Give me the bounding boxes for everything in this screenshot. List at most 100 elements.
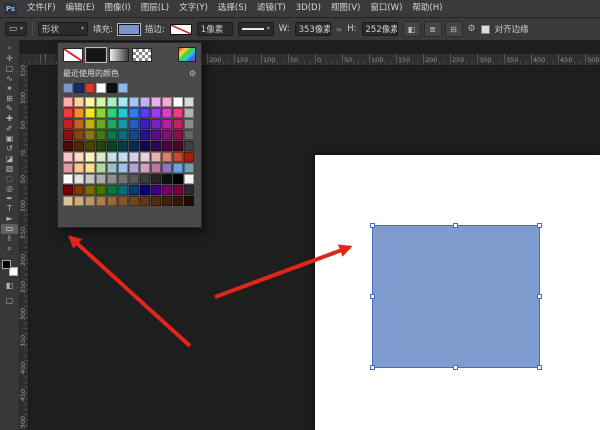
- color-swatch[interactable]: [162, 152, 172, 162]
- color-swatch[interactable]: [129, 174, 139, 184]
- color-swatch[interactable]: [107, 163, 117, 173]
- color-swatch[interactable]: [173, 130, 183, 140]
- color-swatch[interactable]: [162, 185, 172, 195]
- color-swatch[interactable]: [184, 174, 194, 184]
- color-swatch[interactable]: [118, 97, 128, 107]
- transform-handle-n[interactable]: [453, 223, 458, 228]
- color-swatch[interactable]: [184, 141, 194, 151]
- color-swatch[interactable]: [63, 108, 73, 118]
- quick-selection-tool[interactable]: ✶: [1, 84, 18, 94]
- eyedropper-tool[interactable]: ✎: [1, 104, 18, 114]
- color-swatch[interactable]: [74, 174, 84, 184]
- color-swatch[interactable]: [151, 185, 161, 195]
- hand-tool[interactable]: ✌: [1, 234, 18, 244]
- color-swatch[interactable]: [85, 152, 95, 162]
- stroke-style-select[interactable]: ▾: [238, 22, 274, 36]
- color-swatch[interactable]: [74, 119, 84, 129]
- marquee-tool[interactable]: ▢: [1, 64, 18, 74]
- color-swatch[interactable]: [85, 108, 95, 118]
- align-edges-checkbox[interactable]: [481, 25, 490, 34]
- menu-item[interactable]: 选择(S): [213, 0, 252, 17]
- menu-item[interactable]: 帮助(H): [407, 0, 447, 17]
- recent-color-swatch[interactable]: [85, 83, 95, 93]
- color-swatch[interactable]: [118, 152, 128, 162]
- color-swatch[interactable]: [107, 141, 117, 151]
- color-swatch[interactable]: [96, 141, 106, 151]
- color-swatch[interactable]: [151, 108, 161, 118]
- color-swatch[interactable]: [63, 119, 73, 129]
- screen-mode-button[interactable]: ▢: [1, 295, 18, 306]
- color-swatch[interactable]: [184, 185, 194, 195]
- color-swatch[interactable]: [173, 141, 183, 151]
- fill-pattern-button[interactable]: [132, 48, 152, 62]
- color-swatch[interactable]: [173, 196, 183, 206]
- color-swatch[interactable]: [151, 141, 161, 151]
- tool-mode-select[interactable]: 形状 ▾: [38, 22, 88, 36]
- color-swatch[interactable]: [140, 163, 150, 173]
- shape-settings-gear-icon[interactable]: ⚙: [468, 24, 476, 34]
- menu-item[interactable]: 文件(F): [22, 0, 61, 17]
- link-dimensions-icon[interactable]: ∞: [336, 25, 343, 34]
- color-swatch[interactable]: [129, 152, 139, 162]
- transform-handle-nw[interactable]: [370, 223, 375, 228]
- color-swatch[interactable]: [118, 119, 128, 129]
- menu-item[interactable]: 图像(I): [100, 0, 136, 17]
- color-swatch[interactable]: [96, 174, 106, 184]
- foreground-color-swatch[interactable]: [2, 260, 11, 269]
- vertical-ruler[interactable]: 15010050050100150200250300350400450500: [19, 65, 29, 430]
- color-swatch[interactable]: [129, 163, 139, 173]
- color-swatch[interactable]: [162, 196, 172, 206]
- color-swatch[interactable]: [63, 130, 73, 140]
- tool-preset-picker[interactable]: ▭ ▾: [5, 22, 27, 36]
- quick-mask-button[interactable]: ◧: [1, 280, 18, 291]
- color-swatch[interactable]: [184, 108, 194, 118]
- path-operations-button[interactable]: ◧: [403, 21, 421, 37]
- color-swatch[interactable]: [118, 141, 128, 151]
- transform-handle-w[interactable]: [370, 294, 375, 299]
- color-swatch[interactable]: [85, 97, 95, 107]
- color-swatch[interactable]: [96, 185, 106, 195]
- color-swatch[interactable]: [151, 152, 161, 162]
- color-swatch[interactable]: [118, 163, 128, 173]
- shape-width-field[interactable]: 353像素: [295, 22, 331, 36]
- stroke-color-swatch[interactable]: [170, 24, 192, 35]
- color-swatch[interactable]: [162, 163, 172, 173]
- color-swatch[interactable]: [74, 185, 84, 195]
- transform-handle-se[interactable]: [537, 365, 542, 370]
- transform-handle-e[interactable]: [537, 294, 542, 299]
- panel-gear-icon[interactable]: ⚙: [189, 69, 196, 78]
- app-icon[interactable]: Ps: [4, 3, 17, 15]
- color-swatch[interactable]: [63, 97, 73, 107]
- brush-tool[interactable]: ✐: [1, 124, 18, 134]
- menu-item[interactable]: 图层(L): [136, 0, 174, 17]
- rectangle-tool[interactable]: ▭: [1, 224, 18, 234]
- color-swatch[interactable]: [96, 108, 106, 118]
- toolbar-collapse-icon[interactable]: »: [7, 42, 11, 54]
- color-swatch[interactable]: [107, 97, 117, 107]
- recent-color-swatch[interactable]: [63, 83, 73, 93]
- color-swatch[interactable]: [107, 108, 117, 118]
- crop-tool[interactable]: ⊞: [1, 94, 18, 104]
- color-swatch[interactable]: [140, 97, 150, 107]
- color-swatch[interactable]: [140, 152, 150, 162]
- color-swatch[interactable]: [85, 141, 95, 151]
- healing-brush-tool[interactable]: ✚: [1, 114, 18, 124]
- color-swatch[interactable]: [107, 196, 117, 206]
- fill-solid-button[interactable]: [86, 48, 106, 62]
- fill-gradient-button[interactable]: [109, 48, 129, 62]
- history-brush-tool[interactable]: ↺: [1, 144, 18, 154]
- color-swatch[interactable]: [63, 152, 73, 162]
- color-swatch[interactable]: [85, 185, 95, 195]
- color-swatch[interactable]: [184, 97, 194, 107]
- color-picker-button[interactable]: [178, 47, 196, 62]
- color-swatch[interactable]: [140, 108, 150, 118]
- color-swatch[interactable]: [107, 174, 117, 184]
- color-swatch[interactable]: [118, 174, 128, 184]
- color-swatch[interactable]: [173, 163, 183, 173]
- color-swatch[interactable]: [96, 119, 106, 129]
- lasso-tool[interactable]: ∿: [1, 74, 18, 84]
- recent-color-swatch[interactable]: [118, 83, 128, 93]
- color-swatch[interactable]: [129, 185, 139, 195]
- color-swatch[interactable]: [173, 152, 183, 162]
- color-swatch[interactable]: [151, 196, 161, 206]
